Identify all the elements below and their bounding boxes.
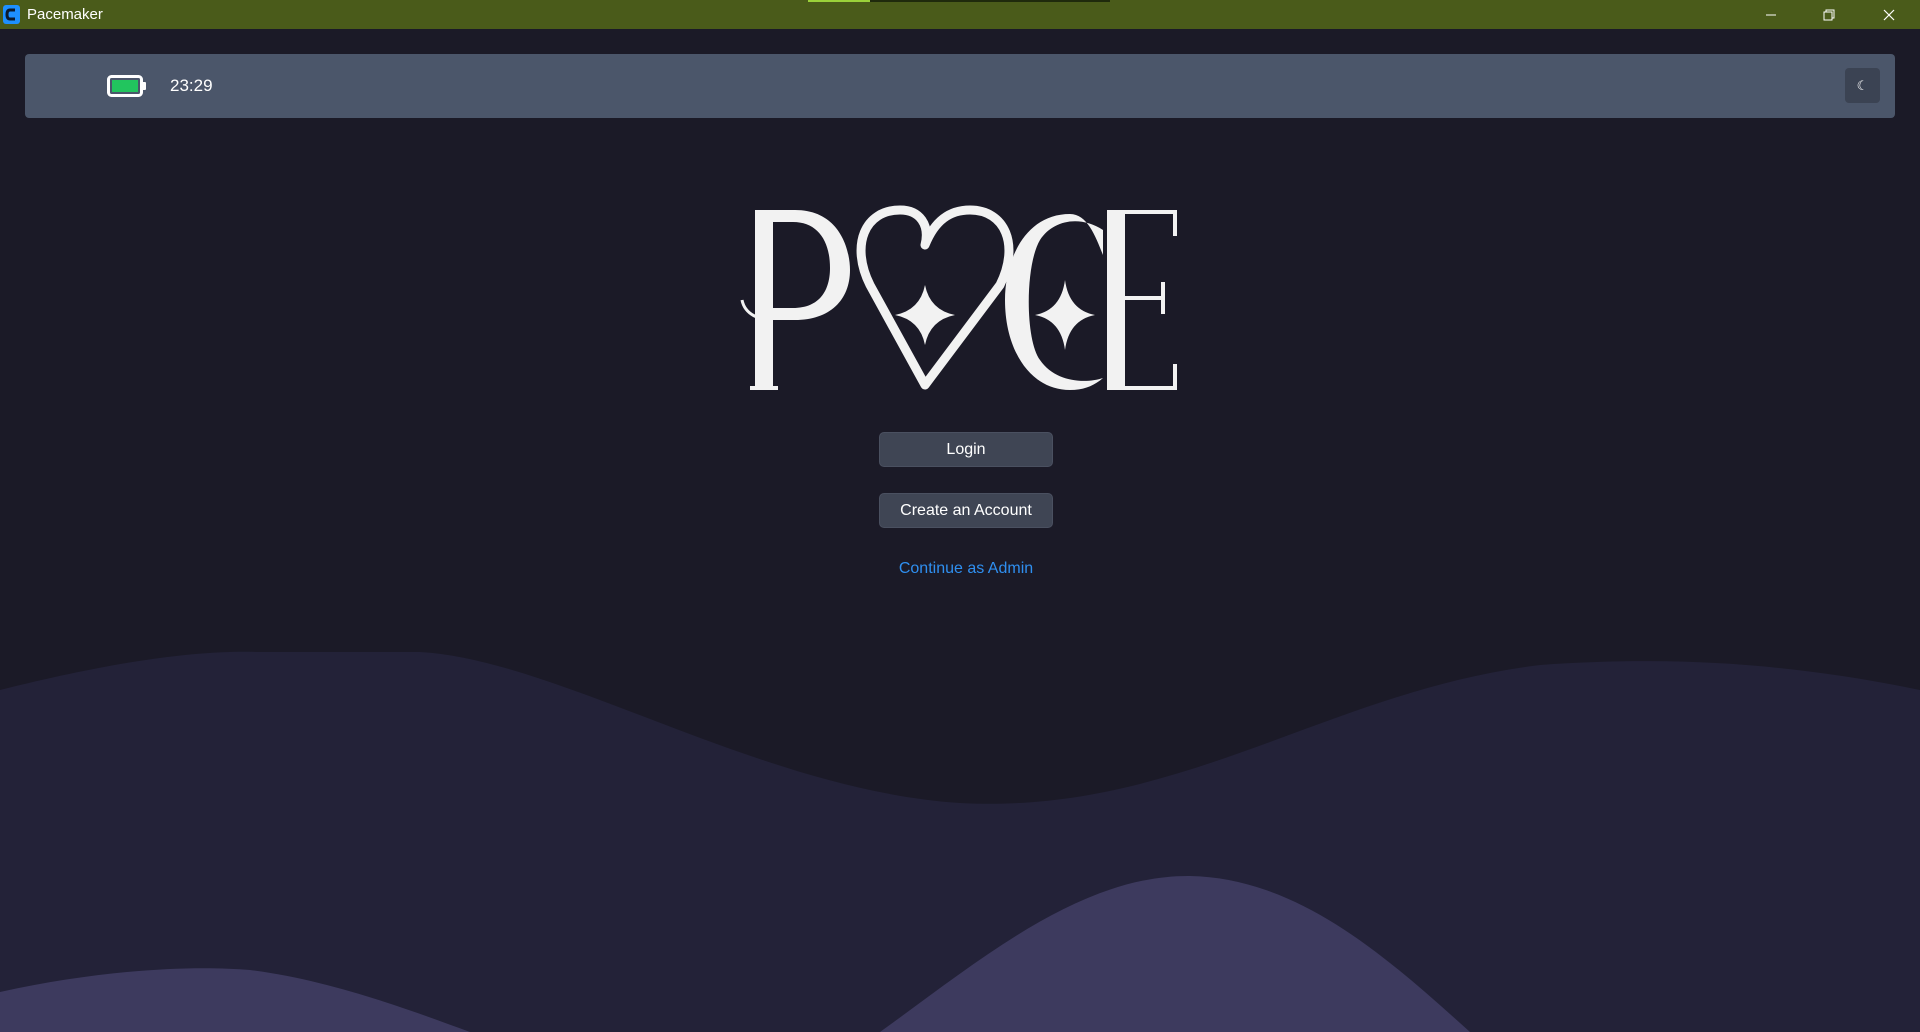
close-icon <box>1883 9 1895 20</box>
logo-letter-e <box>1107 210 1177 390</box>
logo-letter-c <box>1005 214 1103 390</box>
theme-toggle-button[interactable]: ☾ <box>1845 68 1880 103</box>
battery-full-icon <box>107 75 146 97</box>
pace-logo <box>740 205 1177 390</box>
titlebar-accent <box>808 0 870 2</box>
app-logo-icon <box>3 5 20 24</box>
restore-button[interactable] <box>1800 0 1858 29</box>
window-titlebar[interactable]: Pacemaker <box>0 0 1920 29</box>
restore-icon <box>1823 9 1835 20</box>
logo-letter-p <box>740 210 850 390</box>
status-bar: 23:29 ☾ <box>25 54 1895 118</box>
continue-as-admin-link[interactable]: Continue as Admin <box>866 560 1066 578</box>
minimize-button[interactable] <box>1742 0 1800 29</box>
moon-icon: ☾ <box>1856 77 1869 93</box>
minimize-icon <box>1766 14 1776 15</box>
close-button[interactable] <box>1858 0 1920 29</box>
titlebar-accent-dark <box>870 0 1110 2</box>
window-title: Pacemaker <box>27 6 103 23</box>
create-account-button[interactable]: Create an Account <box>879 493 1053 528</box>
clock-time: 23:29 <box>170 76 213 95</box>
login-button[interactable]: Login <box>879 432 1053 467</box>
heart-sparkle-icon <box>856 205 1014 390</box>
